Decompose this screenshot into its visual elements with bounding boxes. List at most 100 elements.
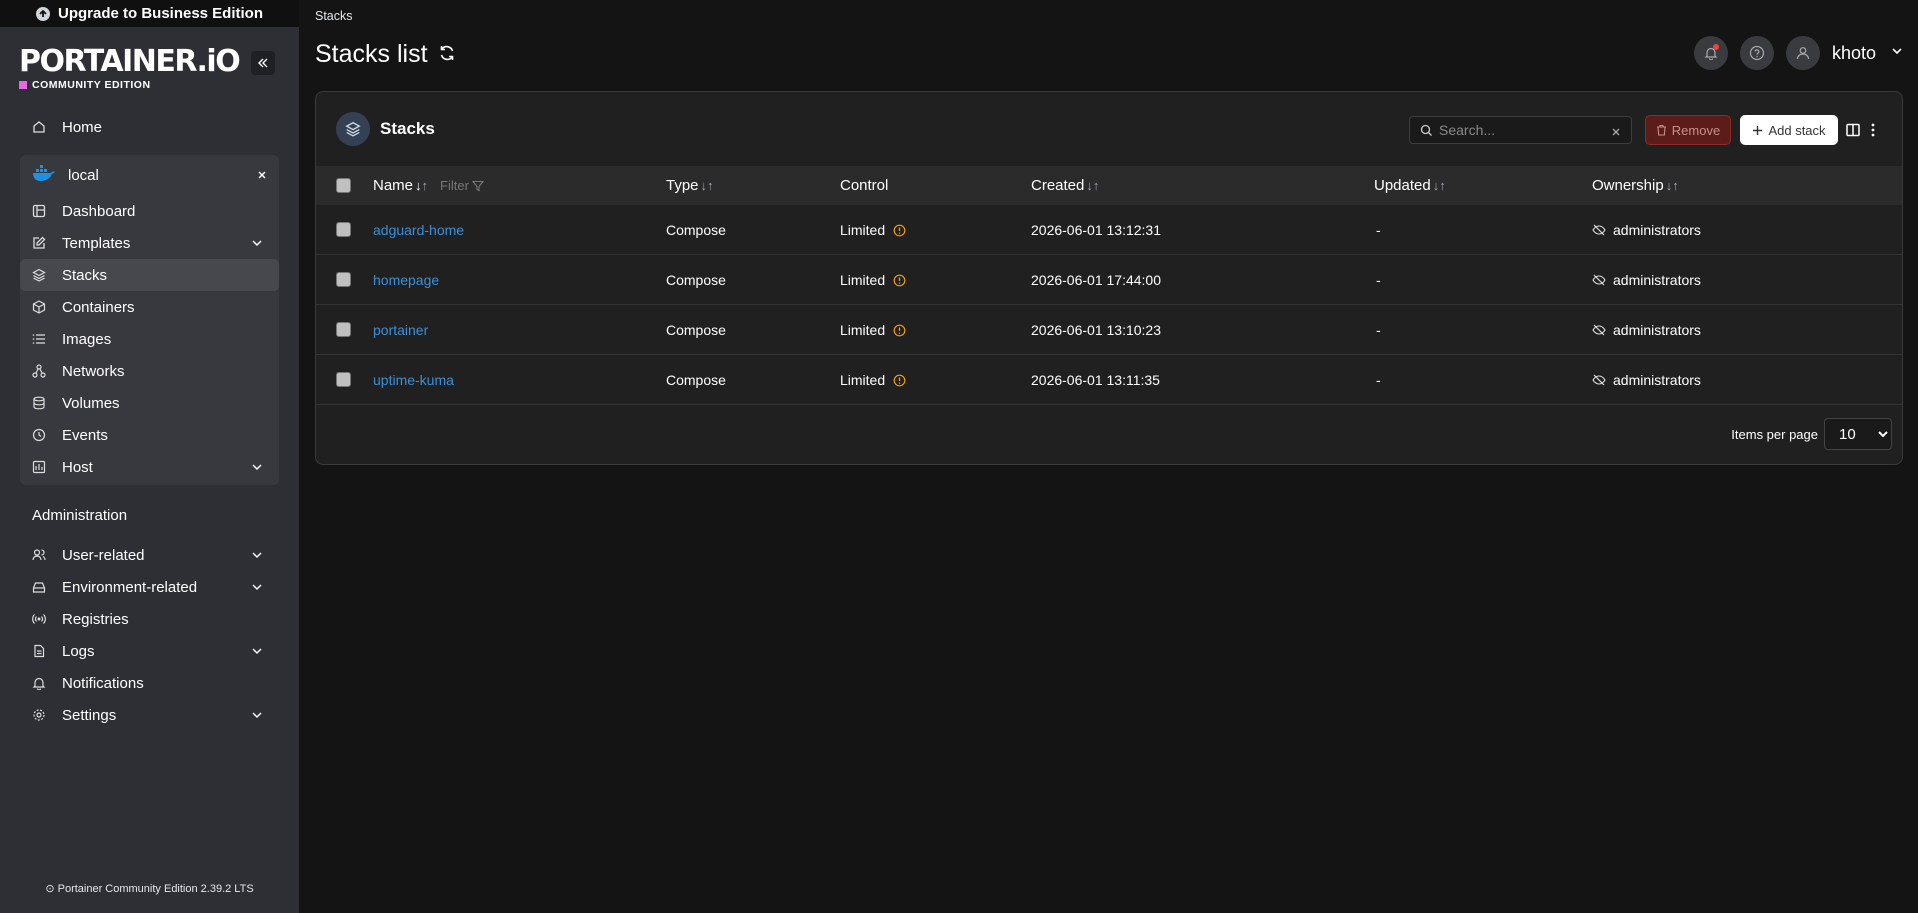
clear-search-icon[interactable] xyxy=(1611,124,1621,142)
sidebar-item-templates[interactable]: Templates xyxy=(20,227,279,259)
help-circle-icon xyxy=(1749,45,1765,61)
sort-icon[interactable]: ↓↑ xyxy=(1433,178,1446,193)
alert-circle-icon[interactable] xyxy=(893,274,906,287)
gear-icon xyxy=(31,707,47,723)
help-button[interactable] xyxy=(1739,36,1774,70)
sidebar-item-home[interactable]: Home xyxy=(0,111,299,143)
stack-ownership: administrators xyxy=(1592,322,1701,338)
trash-icon xyxy=(1656,124,1666,136)
edit-icon xyxy=(31,235,47,251)
pagination: Items per page 10 xyxy=(1731,418,1892,450)
alert-circle-icon[interactable] xyxy=(893,324,906,337)
user-name[interactable]: khoto xyxy=(1832,43,1876,64)
page-title: Stacks list xyxy=(315,40,456,69)
select-all-checkbox[interactable] xyxy=(336,178,351,193)
host-icon xyxy=(31,459,47,475)
column-type[interactable]: Type ↓↑ xyxy=(666,177,714,194)
add-stack-label: Add stack xyxy=(1768,122,1826,138)
chevron-down-icon[interactable] xyxy=(1890,44,1904,63)
dashboard-icon xyxy=(31,203,47,219)
sidebar-item-events[interactable]: Events xyxy=(20,419,279,451)
sidebar-item-stacks[interactable]: Stacks xyxy=(20,259,279,291)
sidebar-item-logs[interactable]: Logs xyxy=(0,635,299,667)
chevron-down-icon[interactable] xyxy=(251,548,263,565)
hard-drive-icon xyxy=(31,579,47,595)
filter-label: Filter xyxy=(440,178,469,193)
network-icon xyxy=(31,363,47,379)
sidebar-item-containers[interactable]: Containers xyxy=(20,291,279,323)
chevron-down-icon[interactable] xyxy=(251,580,263,597)
stack-ownership: administrators xyxy=(1592,372,1701,388)
sidebar-item-settings[interactable]: Settings xyxy=(0,699,299,731)
name-filter[interactable]: Filter xyxy=(440,178,484,193)
row-checkbox[interactable] xyxy=(336,322,351,337)
breadcrumb[interactable]: Stacks xyxy=(315,9,353,23)
user-avatar[interactable] xyxy=(1785,36,1820,70)
environment-header[interactable]: local xyxy=(20,155,279,195)
docker-icon xyxy=(32,164,56,186)
table-row: uptime-kuma Compose Limited 2026-06-01 1… xyxy=(316,355,1902,405)
upgrade-button[interactable]: Upgrade to Business Edition xyxy=(0,0,299,27)
more-vertical-icon[interactable] xyxy=(1871,123,1875,142)
stack-name-link[interactable]: uptime-kuma xyxy=(373,372,454,388)
stack-control: Limited xyxy=(840,272,906,288)
sidebar-item-dashboard[interactable]: Dashboard xyxy=(20,195,279,227)
sidebar: Upgrade to Business Edition PORTAINER.iO… xyxy=(0,0,299,913)
sidebar-item-registries[interactable]: Registries xyxy=(0,603,299,635)
sort-icon[interactable]: ↓↑ xyxy=(415,178,428,193)
table-row: adguard-home Compose Limited 2026-06-01 … xyxy=(316,205,1902,255)
alert-circle-icon[interactable] xyxy=(893,374,906,387)
column-name[interactable]: Name ↓↑ Filter xyxy=(373,177,484,194)
sidebar-item-volumes[interactable]: Volumes xyxy=(20,387,279,419)
sidebar-item-images[interactable]: Images xyxy=(20,323,279,355)
sidebar-item-user-related[interactable]: User-related xyxy=(0,539,299,571)
eye-off-icon xyxy=(1592,224,1606,236)
column-label: Created xyxy=(1031,177,1085,194)
sidebar-item-label: Notifications xyxy=(62,674,144,692)
items-per-page-select[interactable]: 10 xyxy=(1824,418,1892,450)
row-checkbox[interactable] xyxy=(336,372,351,387)
search-input[interactable] xyxy=(1439,122,1599,138)
stack-type: Compose xyxy=(666,372,726,388)
column-updated[interactable]: Updated ↓↑ xyxy=(1374,177,1446,194)
chevron-down-icon[interactable] xyxy=(251,460,263,477)
sidebar-item-label: Home xyxy=(62,118,103,136)
stack-updated: - xyxy=(1376,322,1381,338)
sort-icon[interactable]: ↓↑ xyxy=(1086,178,1099,193)
remove-button[interactable]: Remove xyxy=(1645,115,1731,145)
refresh-icon[interactable] xyxy=(438,40,456,69)
stack-control: Limited xyxy=(840,372,906,388)
collapse-sidebar-button[interactable] xyxy=(251,51,275,75)
stack-name-link[interactable]: adguard-home xyxy=(373,222,464,238)
column-label: Updated xyxy=(1374,177,1431,194)
clock-icon xyxy=(31,427,47,443)
stack-name-link[interactable]: homepage xyxy=(373,272,439,288)
sidebar-item-environment-related[interactable]: Environment-related xyxy=(0,571,299,603)
layers-icon xyxy=(31,267,47,283)
chevrons-left-icon xyxy=(258,58,268,68)
sidebar-item-networks[interactable]: Networks xyxy=(20,355,279,387)
alert-circle-icon[interactable] xyxy=(893,224,906,237)
columns-icon[interactable] xyxy=(1846,123,1860,142)
notifications-button[interactable] xyxy=(1693,36,1728,70)
row-checkbox[interactable] xyxy=(336,222,351,237)
chevron-down-icon[interactable] xyxy=(251,236,263,253)
close-icon[interactable] xyxy=(257,167,267,184)
sort-icon[interactable]: ↓↑ xyxy=(1666,178,1679,193)
card-header: Stacks Remove Add stack xyxy=(316,92,1902,166)
users-icon xyxy=(31,547,47,563)
add-stack-button[interactable]: Add stack xyxy=(1740,115,1838,145)
row-checkbox[interactable] xyxy=(336,272,351,287)
remove-label: Remove xyxy=(1671,122,1721,138)
chevron-down-icon[interactable] xyxy=(251,644,263,661)
column-ownership[interactable]: Ownership ↓↑ xyxy=(1592,177,1679,194)
sort-icon[interactable]: ↓↑ xyxy=(701,178,714,193)
chevron-down-icon[interactable] xyxy=(251,708,263,725)
stack-updated: - xyxy=(1376,372,1381,388)
sidebar-item-notifications[interactable]: Notifications xyxy=(0,667,299,699)
column-created[interactable]: Created ↓↑ xyxy=(1031,177,1099,194)
table-header: Name ↓↑ Filter Type ↓↑ Control Created ↓… xyxy=(316,166,1902,205)
column-control: Control xyxy=(840,177,888,194)
stack-name-link[interactable]: portainer xyxy=(373,322,428,338)
sidebar-item-host[interactable]: Host xyxy=(20,451,279,483)
